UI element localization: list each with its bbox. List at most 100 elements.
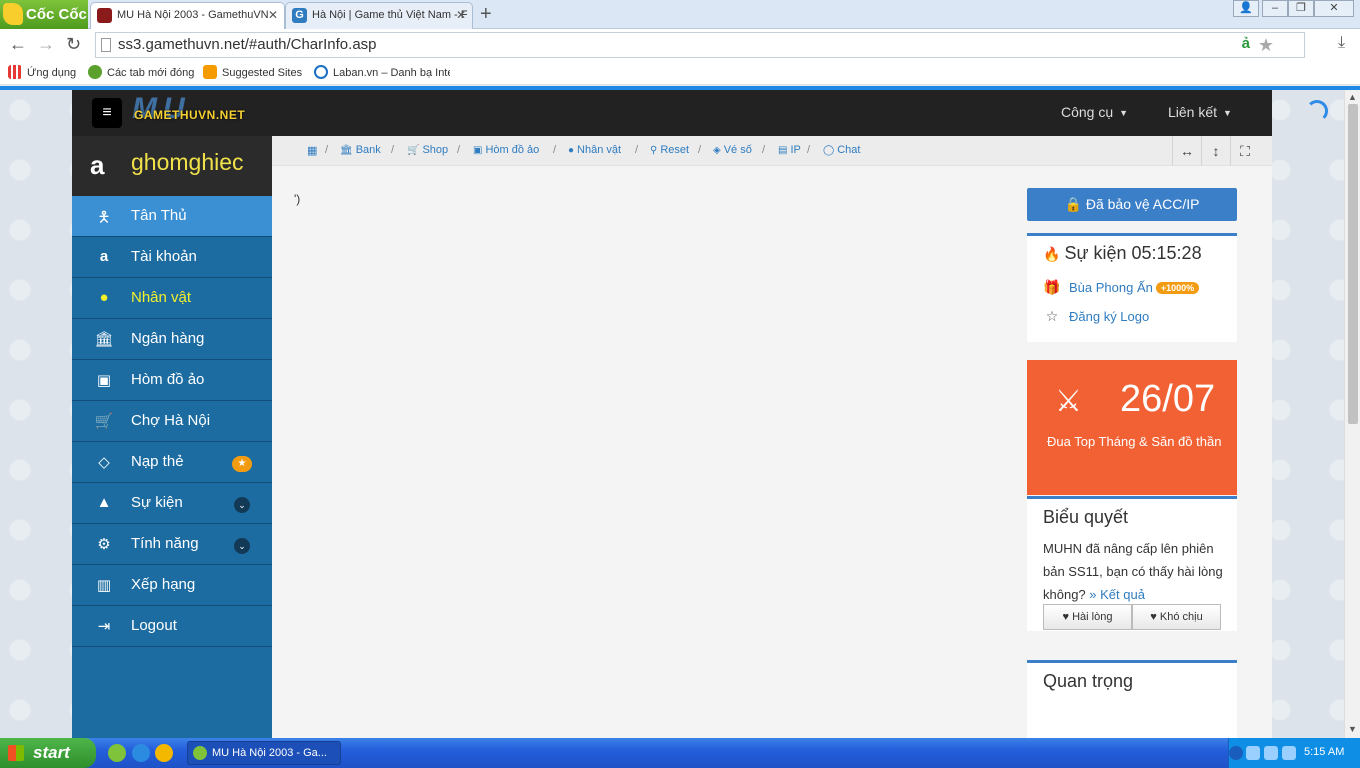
ie-quicklaunch-icon[interactable] — [132, 744, 150, 762]
sign-out-icon: ⇥ — [97, 618, 111, 635]
breadcrumb-shop[interactable]: 🛒 Shop — [407, 144, 448, 156]
gift-icon: 🎁 — [1043, 279, 1061, 295]
close-tab-icon[interactable]: ✕ — [268, 3, 278, 28]
coccoc-quicklaunch-icon[interactable] — [108, 744, 126, 762]
sidebar-item-logout[interactable]: ⇥ Logout — [72, 606, 272, 647]
browser-tab-inactive[interactable]: G Hà Nội | Game thủ Việt Nam - F ✕ — [285, 2, 473, 29]
tray-collapse-icon[interactable] — [1229, 746, 1243, 760]
calendar-icon[interactable]: ▦ — [307, 144, 317, 157]
event-item-dang-ky-logo[interactable]: ☆ Đăng ký Logo — [1043, 308, 1150, 325]
address-bar: ← → ↻ ss3.gamethuvn.net/#auth/CharInfo.a… — [0, 29, 1360, 61]
bookmark-star-icon[interactable]: ★ — [1258, 35, 1274, 56]
new-tab-button[interactable]: + — [480, 3, 492, 25]
bookmark-suggested-sites[interactable]: Suggested Sites — [203, 65, 302, 79]
download-icon[interactable]: ⤓ — [1338, 34, 1345, 52]
url-field[interactable]: ss3.gamethuvn.net/#auth/CharInfo.asp ả ★ — [95, 32, 1305, 58]
close-window-icon[interactable]: ✕ — [1314, 0, 1354, 17]
coccoc-logo-icon — [3, 3, 23, 25]
poll-option-hai-long-button[interactable]: ♥ Hài lòng — [1043, 604, 1132, 630]
g-favicon-icon: G — [292, 8, 307, 23]
breadcrumb-ip[interactable]: ▤ IP — [778, 144, 801, 156]
important-title: Quan trọng — [1043, 671, 1134, 691]
breadcrumb-chat[interactable]: ◯ Chat — [823, 144, 860, 156]
sidebar-item-nap-the[interactable]: ◇ Nạp thẻ ★ — [72, 442, 272, 483]
profile-icon[interactable]: 👤 — [1233, 0, 1259, 17]
browser-brand-label: Cốc Cốc — [26, 6, 87, 23]
amazon-icon: a — [99, 248, 109, 265]
sidebar-item-hom-do-ao[interactable]: ▣ Hòm đồ ảo — [72, 360, 272, 401]
sidebar-item-cho-ha-noi[interactable]: 🛒 Chợ Hà Nội — [72, 401, 272, 442]
event-item-bua-phong-an[interactable]: 🎁 Bùa Phong Ấn +1000% — [1043, 279, 1200, 296]
bank-icon: 🏛 — [340, 145, 353, 156]
important-card: Quan trọng — [1027, 660, 1237, 738]
messenger-quicklaunch-icon[interactable] — [155, 744, 173, 762]
scroll-thumb[interactable] — [1348, 104, 1358, 424]
promo-card[interactable]: ⚔ 26/07 Đua Top Tháng & Săn đồ thần — [1027, 360, 1237, 495]
back-icon[interactable]: ← — [9, 34, 27, 55]
bank-icon: 🏛 — [94, 331, 114, 348]
coccoc-task-icon — [193, 746, 207, 760]
breadcrumb-reset[interactable]: ⚲ Reset — [650, 144, 689, 156]
sidebar-item-su-kien[interactable]: ▲ Sự kiện ⌄ — [72, 483, 272, 524]
sidebar-item-nhan-vat[interactable]: ● Nhân vật — [72, 278, 272, 319]
sidebar-item-tinh-nang[interactable]: ⚙ Tính năng ⌄ — [72, 524, 272, 565]
bookmark-apps[interactable]: Ứng dụng — [8, 65, 76, 79]
user-icon: ● — [99, 289, 109, 306]
cogs-icon: ⚙ — [97, 536, 111, 553]
amazon-icon: a — [90, 150, 105, 180]
hamburger-menu-icon[interactable]: ≡ — [92, 98, 122, 128]
chevron-down-icon[interactable]: ⌄ — [234, 497, 250, 513]
expand-horizontal-icon[interactable]: ↔ — [1172, 136, 1201, 166]
messenger-tray-icon[interactable] — [1264, 746, 1278, 760]
protect-account-button[interactable]: 🔒 Đã bảo vệ ACC/IP — [1027, 188, 1237, 221]
site-logo[interactable]: MU GAMETHUVN.NET — [132, 92, 250, 128]
volume-icon[interactable] — [1282, 746, 1296, 760]
menu-tools[interactable]: Công cụ ▼ — [1061, 104, 1128, 120]
sidebar-item-tan-thu[interactable]: 🯅 Tân Thủ — [72, 196, 272, 237]
system-tray: 5:15 AM — [1228, 738, 1360, 768]
bookmark-recent-tabs[interactable]: Các tab mới đóng — [88, 65, 194, 79]
forward-icon[interactable]: → — [37, 34, 55, 55]
scroll-down-icon[interactable]: ▼ — [1348, 724, 1357, 734]
briefcase-icon: ▣ — [96, 372, 112, 389]
close-tab-icon[interactable]: ✕ — [456, 3, 466, 28]
sidebar-item-tai-khoan[interactable]: a Tài khoản — [72, 237, 272, 278]
browser-tab-active[interactable]: MU Hà Nội 2003 - GamethuVN ✕ — [90, 2, 285, 29]
sidebar-item-xep-hang[interactable]: ▥ Xếp hạng — [72, 565, 272, 606]
breadcrumb-ve-so[interactable]: ◈ Vé số — [713, 144, 752, 156]
fullscreen-icon[interactable]: ⛶ — [1230, 136, 1259, 166]
diamond-icon: ◇ — [98, 454, 110, 471]
fire-icon: 🔥 — [1043, 246, 1061, 262]
taskbar-window-item[interactable]: MU Hà Nội 2003 - Ga... — [187, 741, 341, 765]
heart-icon: ♥ — [1062, 611, 1070, 623]
network-icon[interactable] — [1246, 746, 1260, 760]
chevron-down-icon[interactable]: ⌄ — [234, 538, 250, 554]
cart-icon: 🛒 — [94, 413, 114, 430]
scroll-up-icon[interactable]: ▲ — [1348, 92, 1357, 102]
page-scrollbar[interactable]: ▲ ▼ — [1344, 90, 1360, 738]
star-outline-icon: ☆ — [1045, 308, 1059, 324]
username[interactable]: ghomghiec — [131, 149, 244, 176]
adblock-icon[interactable]: ả — [1242, 35, 1250, 52]
minimize-icon[interactable]: – — [1262, 0, 1288, 17]
breadcrumb-nhan-vat[interactable]: ● Nhân vật — [568, 144, 621, 156]
poll-question: MUHN đã nâng cấp lên phiên bản SS11, bạn… — [1043, 541, 1223, 602]
user-plus-icon: 🯅 — [97, 209, 111, 226]
poll-option-kho-chiu-button[interactable]: ♥ Khó chịu — [1132, 604, 1221, 630]
breadcrumb-hom-do-ao[interactable]: ▣ Hòm đồ ảo — [473, 144, 539, 156]
browser-brand[interactable]: Cốc Cốc — [0, 0, 88, 29]
restore-icon[interactable]: ❐ — [1288, 0, 1314, 17]
reload-icon[interactable]: ↻ — [66, 34, 81, 55]
poll-result-link[interactable]: » Kết quả — [1089, 587, 1145, 602]
sidebar-item-ngan-hang[interactable]: 🏛 Ngân hàng — [72, 319, 272, 360]
start-button[interactable]: start — [0, 738, 96, 768]
caret-down-icon: ▼ — [1223, 108, 1232, 118]
menu-links[interactable]: Liên kết ▼ — [1168, 104, 1232, 120]
user-secret-icon: 🔒 — [1064, 196, 1082, 212]
bookmark-laban[interactable]: Laban.vn – Danh bạ Inte — [314, 65, 450, 79]
expand-vertical-icon[interactable]: ↕ — [1201, 136, 1230, 166]
loading-spinner-icon — [1306, 100, 1328, 122]
event-title: 🔥 Sự kiện 05:15:28 — [1043, 243, 1202, 263]
breadcrumb-bank[interactable]: 🏛 Bank — [340, 144, 381, 156]
bookmarks-bar: Ứng dụng Các tab mới đóng Suggested Site… — [0, 61, 1360, 85]
